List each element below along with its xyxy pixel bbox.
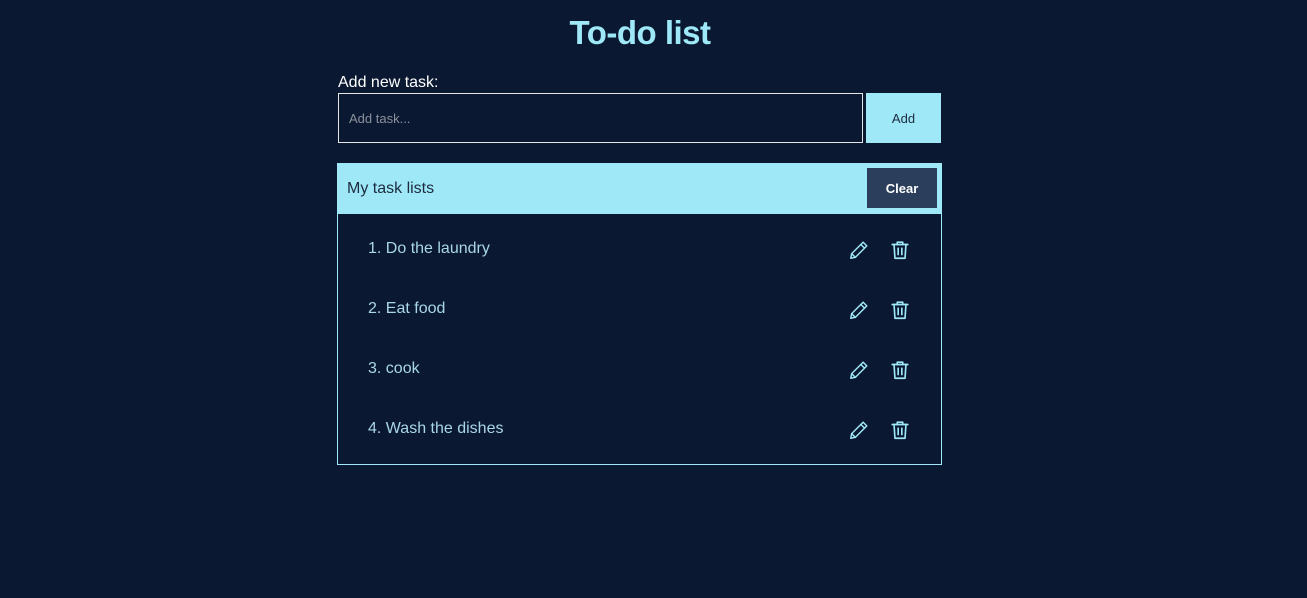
edit-task-button[interactable] xyxy=(848,298,872,322)
delete-task-button[interactable] xyxy=(889,298,913,322)
task-text: 3. cook xyxy=(368,360,420,377)
clear-button[interactable]: Clear xyxy=(867,168,937,208)
pencil-icon xyxy=(850,241,868,259)
delete-task-button[interactable] xyxy=(889,418,913,442)
todo-page: To-do list Add new task: Add My task lis… xyxy=(0,0,1307,598)
task-item: 3. cook xyxy=(338,334,941,394)
edit-task-button[interactable] xyxy=(848,418,872,442)
task-item: 4. Wash the dishes xyxy=(338,394,941,454)
task-text: 2. Eat food xyxy=(368,300,446,317)
trash-icon xyxy=(891,361,909,380)
delete-task-button[interactable] xyxy=(889,358,913,382)
task-text: 4. Wash the dishes xyxy=(368,420,504,437)
add-task-input[interactable] xyxy=(338,93,863,143)
task-list-title: My task lists xyxy=(347,180,435,197)
add-task-label: Add new task: xyxy=(338,74,439,91)
task-item: 2. Eat food xyxy=(338,274,941,334)
edit-task-button[interactable] xyxy=(848,358,872,382)
pencil-icon xyxy=(850,361,868,379)
pencil-icon xyxy=(850,301,868,319)
trash-icon xyxy=(891,241,909,260)
task-list-header: My task lists Clear xyxy=(338,164,941,214)
trash-icon xyxy=(891,301,909,320)
task-list-panel: My task lists Clear 1. Do the laundry 2.… xyxy=(337,163,942,465)
trash-icon xyxy=(891,421,909,440)
edit-task-button[interactable] xyxy=(848,238,872,262)
task-text: 1. Do the laundry xyxy=(368,240,490,257)
task-item: 1. Do the laundry xyxy=(338,214,941,274)
page-title: To-do list xyxy=(569,14,711,51)
pencil-icon xyxy=(850,421,868,439)
delete-task-button[interactable] xyxy=(889,238,913,262)
add-button[interactable]: Add xyxy=(866,93,941,143)
